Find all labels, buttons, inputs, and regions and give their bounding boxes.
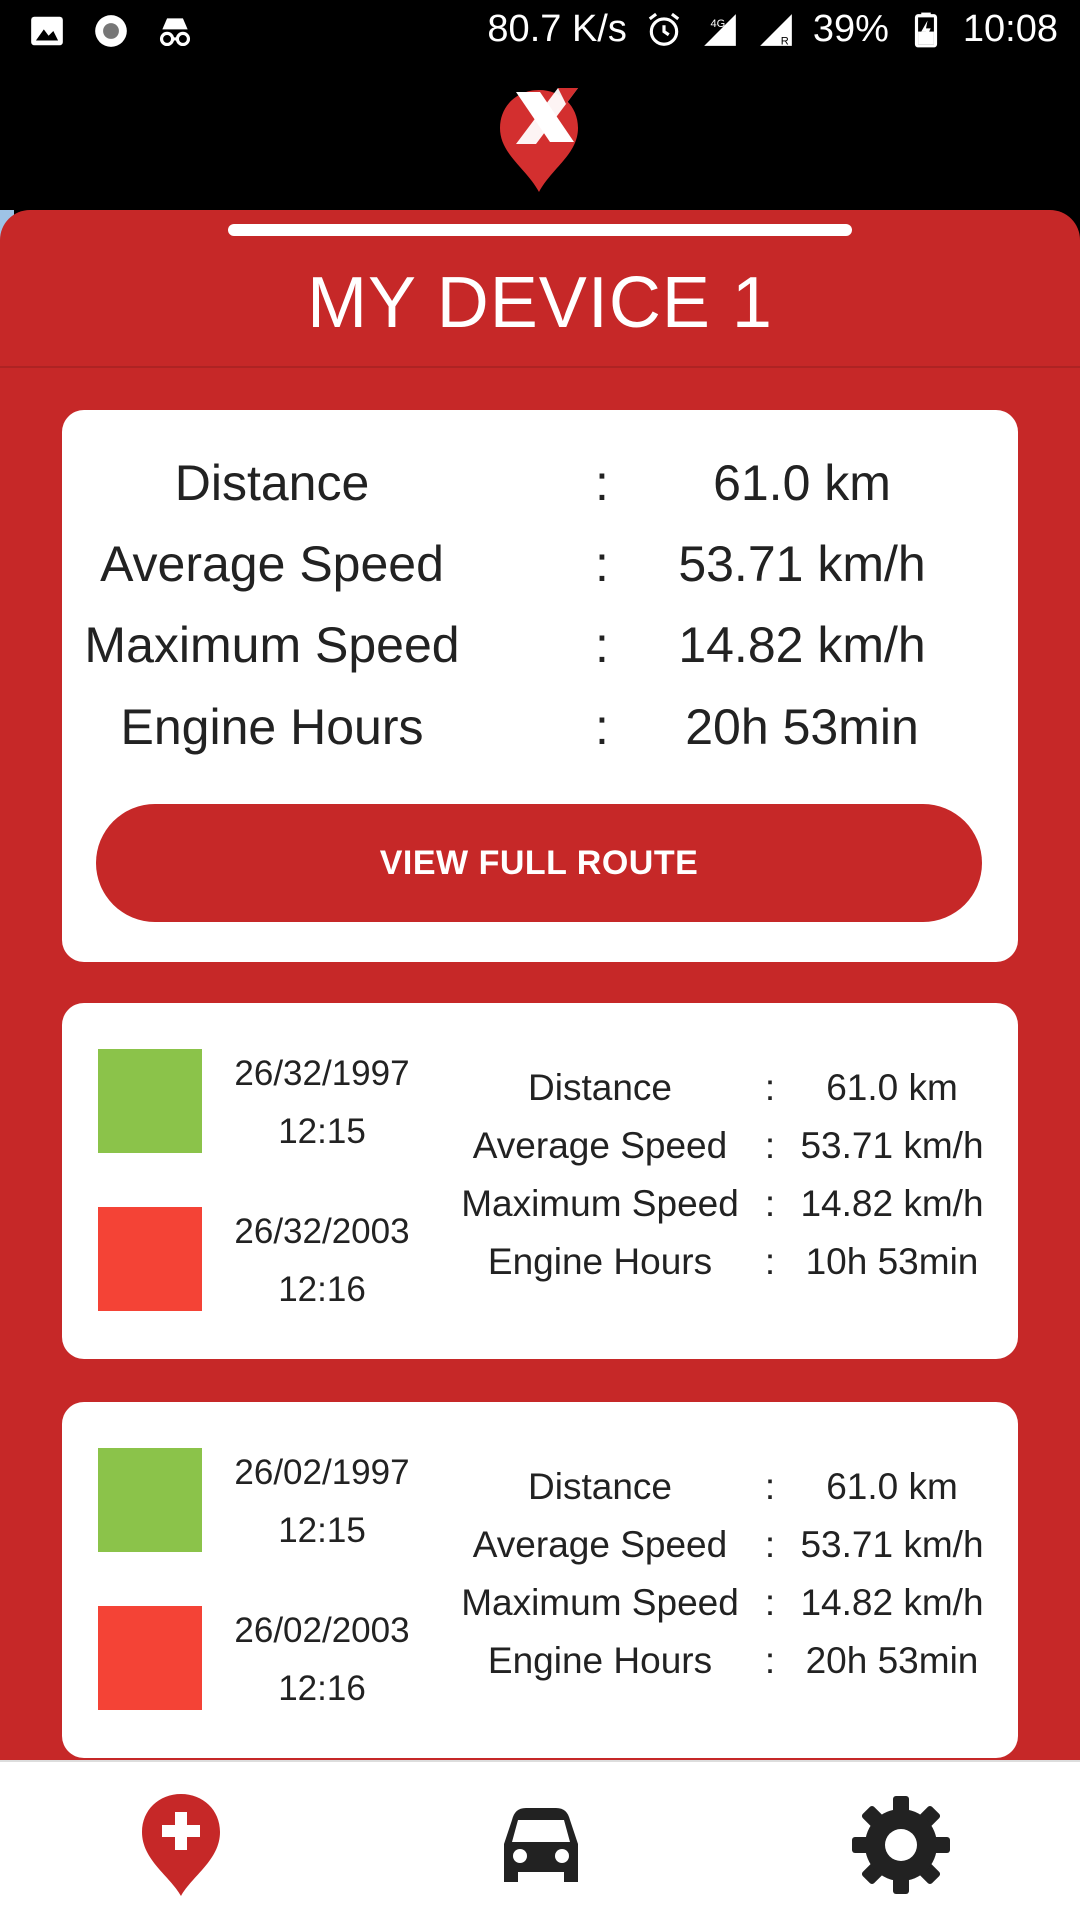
trip-value: 10h 53min: [805, 1241, 979, 1282]
summary-row-average-speed: Average Speed : 53.71 km/h: [62, 535, 1018, 605]
summary-value: 61.0 km: [713, 455, 891, 511]
trip-row-maximum-speed: Maximum Speed : 14.82 km/h: [62, 1582, 1018, 1640]
trip-row-average-speed: Average Speed : 53.71 km/h: [62, 1125, 1018, 1183]
summary-separator: :: [595, 536, 609, 592]
summary-value: 14.82 km/h: [678, 617, 926, 673]
trip-value: 53.71 km/h: [800, 1524, 984, 1565]
trip-label: Maximum Speed: [461, 1183, 739, 1224]
summary-value: 20h 53min: [685, 699, 919, 755]
svg-text:R: R: [781, 35, 789, 47]
summary-card: Distance : 61.0 km Average Speed : 53.71…: [62, 410, 1018, 962]
trip-value: 53.71 km/h: [800, 1125, 984, 1166]
summary-value: 53.71 km/h: [678, 536, 926, 592]
trip-row-distance: Distance : 61.0 km: [62, 1466, 1018, 1524]
trip-label: Distance: [528, 1466, 672, 1507]
summary-row-distance: Distance : 61.0 km: [62, 454, 1018, 524]
summary-row-engine-hours: Engine Hours : 20h 53min: [62, 698, 1018, 768]
trip-row-engine-hours: Engine Hours : 20h 53min: [62, 1640, 1018, 1698]
trip-value: 20h 53min: [805, 1640, 979, 1681]
location-pin-add-icon[interactable]: [126, 1790, 236, 1900]
trip-label: Average Speed: [472, 1125, 728, 1166]
trip-separator: :: [764, 1183, 776, 1224]
status-bar: 80.7 K/s 4G R 39% 10:08: [0, 0, 1080, 64]
gear-icon[interactable]: [846, 1790, 956, 1900]
status-left-icons: [28, 12, 194, 50]
summary-row-maximum-speed: Maximum Speed : 14.82 km/h: [62, 616, 1018, 686]
device-sheet[interactable]: MY DEVICE 1 Distance : 61.0 km Average S…: [0, 210, 1080, 1760]
trip-value: 14.82 km/h: [800, 1582, 984, 1623]
summary-separator: :: [595, 699, 609, 755]
signal-4g-icon: 4G: [704, 13, 736, 46]
trip-label: Engine Hours: [487, 1640, 713, 1681]
trip-label: Distance: [528, 1067, 672, 1108]
incognito-icon: [159, 18, 191, 47]
view-full-route-button[interactable]: VIEW FULL ROUTE: [96, 804, 982, 922]
summary-separator: :: [595, 455, 609, 511]
car-icon[interactable]: [486, 1790, 596, 1900]
alarm-icon: [648, 12, 680, 46]
trip-value: 61.0 km: [826, 1466, 958, 1507]
trip-separator: :: [764, 1640, 776, 1681]
summary-label: Average Speed: [100, 536, 444, 592]
bottom-navigation: [0, 1760, 1080, 1920]
title-divider: [0, 366, 1080, 368]
status-right: 80.7 K/s 4G R 39% 10:08: [487, 8, 1058, 51]
device-title: MY DEVICE 1: [307, 263, 773, 343]
summary-label: Distance: [174, 455, 370, 511]
summary-separator: :: [595, 617, 609, 673]
svg-text:4G: 4G: [710, 17, 725, 29]
trip-card[interactable]: 26/32/1997 12:15 26/32/2003 12:16 Distan…: [62, 1003, 1018, 1359]
trip-separator: :: [764, 1582, 776, 1623]
trip-separator: :: [764, 1524, 776, 1565]
clock: 10:08: [962, 8, 1058, 50]
app-logo-pin-icon: [500, 88, 578, 192]
summary-label: Maximum Speed: [84, 617, 460, 673]
trip-value: 14.82 km/h: [800, 1183, 984, 1224]
trip-label: Maximum Speed: [461, 1582, 739, 1623]
trip-separator: :: [764, 1241, 776, 1282]
trip-row-engine-hours: Engine Hours : 10h 53min: [62, 1241, 1018, 1299]
trip-separator: :: [764, 1067, 776, 1108]
trip-label: Average Speed: [472, 1524, 728, 1565]
sheet-drag-handle[interactable]: [228, 224, 852, 236]
image-icon: [31, 16, 63, 46]
trip-row-distance: Distance : 61.0 km: [62, 1067, 1018, 1125]
summary-label: Engine Hours: [120, 699, 424, 755]
network-speed: 80.7 K/s: [487, 8, 627, 50]
trip-row-average-speed: Average Speed : 53.71 km/h: [62, 1524, 1018, 1582]
trip-separator: :: [764, 1125, 776, 1166]
battery-charging-icon: [914, 12, 937, 47]
trip-label: Engine Hours: [487, 1241, 713, 1282]
app-bar: [0, 64, 1080, 212]
trip-card[interactable]: 26/02/1997 12:15 26/02/2003 12:16 Distan…: [62, 1402, 1018, 1758]
trip-value: 61.0 km: [826, 1067, 958, 1108]
record-icon: [95, 15, 127, 47]
trip-row-maximum-speed: Maximum Speed : 14.82 km/h: [62, 1183, 1018, 1241]
trip-separator: :: [764, 1466, 776, 1507]
signal-roaming-icon: R: [760, 13, 792, 47]
battery-percent: 39%: [812, 8, 889, 50]
